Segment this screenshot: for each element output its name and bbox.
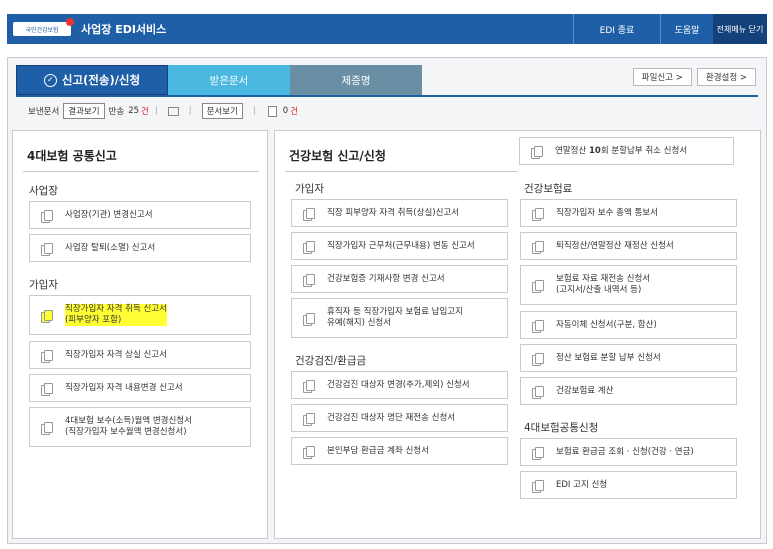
list-item[interactable]: 4대보험 보수(소득)월액 변경신청서 (직장가입자 보수월액 변경신청서) (29, 407, 251, 447)
form-icon (41, 209, 53, 223)
form-icon (41, 421, 53, 435)
list-item[interactable]: 건강검진 대상자 변경(추가,제외) 신청서 (291, 371, 508, 399)
list-item[interactable]: 건강보험료 계산 (520, 377, 737, 405)
list-item[interactable]: 건강보험증 기재사항 변경 신고서 (291, 265, 508, 293)
tab-label: 신고(전송)/신청 (61, 73, 141, 87)
tab-certificates[interactable]: 제증명 (290, 65, 422, 95)
close-all-menu-button[interactable]: 전체메뉴 닫기 (713, 14, 767, 44)
doc-unit: 건 (290, 107, 299, 117)
list-item[interactable]: 직장가입자 자격 취득 신고서 (피부양자 포함) (29, 295, 251, 335)
list-item[interactable]: 직장가입자 근무처(근무내용) 변동 신고서 (291, 232, 508, 260)
section-subscriber: 가입자 (295, 183, 324, 195)
env-settings-button[interactable]: 환경설정 > (696, 68, 756, 86)
health-insurance-panel: 건강보험 신고/신청 연말정산 10회 분할납부 취소 신청서 가입자 직장 피… (274, 130, 761, 539)
section-common: 4대보험공통신청 (524, 422, 599, 434)
result-view-button[interactable]: 결과보기 (63, 103, 105, 119)
list-item[interactable]: EDI 고지 신청 (520, 471, 737, 499)
form-icon (532, 240, 544, 254)
form-icon (303, 445, 315, 459)
tab-report-apply[interactable]: ✓ 신고(전송)/신청 (16, 65, 168, 95)
app-title: 사업장 EDI서비스 (81, 23, 167, 36)
form-icon (531, 145, 543, 159)
list-item[interactable]: 보험료 자료 재전송 신청서 (고지서/산출 내역서 등) (520, 265, 737, 305)
top-header-bar: 국민건강보험 사업장 EDI서비스 EDI 종료 도움말 전체메뉴 닫기 (7, 14, 767, 44)
status-row: 보낸문서 결과보기 반송 25 건 | | 문서보기 | 0 건 (28, 101, 298, 121)
section-premium: 건강보험료 (524, 183, 573, 195)
form-icon (41, 242, 53, 256)
form-icon (532, 385, 544, 399)
form-icon (303, 273, 315, 287)
tab-underline (16, 95, 758, 97)
nhis-logo-icon: 국민건강보험 (13, 18, 74, 36)
list-item[interactable]: 직장 피부양자 자격 취득(상실)신고서 (291, 199, 508, 227)
form-icon (41, 309, 53, 323)
tab-label: 제증명 (341, 74, 371, 87)
list-item[interactable]: 사업장 탈퇴(소멸) 신고서 (29, 234, 251, 262)
right-buttons: 파일신고 > 환경설정 > (632, 68, 756, 86)
returned-unit: 건 (141, 107, 149, 117)
envelope-icon[interactable] (167, 106, 179, 116)
edi-end-button[interactable]: EDI 종료 (574, 14, 660, 44)
form-icon (532, 479, 544, 493)
section-subscriber: 가입자 (29, 279, 58, 291)
list-item[interactable]: 직장가입자 자격 상실 신고서 (29, 341, 251, 369)
file-report-button[interactable]: 파일신고 > (632, 68, 692, 86)
common-report-panel: 4대보험 공통신고 사업장 사업장(기관) 변경신고서 사업장 탈퇴(소멸) 신… (12, 130, 268, 539)
list-item[interactable]: 직장가입자 보수 총액 통보서 (520, 199, 737, 227)
list-item[interactable]: 휴직자 등 직장가입자 보험료 납입고지 유예(해지) 신청서 (291, 298, 508, 338)
doc-view-button[interactable]: 문서보기 (201, 103, 243, 119)
document-icon (267, 105, 277, 117)
list-item[interactable]: 보험료 환급금 조회 · 신청(건강 · 연금) (520, 438, 737, 466)
list-item[interactable]: 본인부담 환급금 계좌 신청서 (291, 437, 508, 465)
panel-title: 건강보험 신고/신청 (289, 149, 386, 163)
tab-label: 받은문서 (209, 74, 249, 87)
list-item[interactable]: 자동이체 신청서(구분, 합산) (520, 311, 737, 339)
panel-title: 4대보험 공통신고 (27, 149, 117, 163)
doc-count: 0 (282, 106, 289, 116)
form-icon (303, 412, 315, 426)
sent-docs-label: 보낸문서 (28, 107, 60, 117)
returned-label: 반송 (108, 107, 125, 117)
form-icon (303, 240, 315, 254)
list-item[interactable]: 퇴직정산/연말정산 재정산 신청서 (520, 232, 737, 260)
form-icon (41, 382, 53, 396)
form-icon (303, 379, 315, 393)
tab-bar: ✓ 신고(전송)/신청 받은문서 제증명 (16, 65, 422, 95)
list-item[interactable]: 사업장(기관) 변경신고서 (29, 201, 251, 229)
form-icon (532, 446, 544, 460)
form-icon (41, 349, 53, 363)
returned-count: 25 (128, 106, 140, 116)
logo-dot-icon (66, 18, 74, 26)
list-item[interactable]: 건강검진 대상자 명단 재전송 신청서 (291, 404, 508, 432)
logo-text: 국민건강보험 (25, 26, 59, 34)
list-item[interactable]: 정산 보험료 분할 납부 신청서 (520, 344, 737, 372)
form-icon (532, 207, 544, 221)
form-icon (532, 319, 544, 333)
form-icon (303, 207, 315, 221)
help-button[interactable]: 도움말 (661, 14, 713, 44)
list-item-year-end-cancel[interactable]: 연말정산 10회 분할납부 취소 신청서 (519, 137, 734, 165)
logo[interactable]: 국민건강보험 사업장 EDI서비스 (7, 14, 166, 44)
section-workplace: 사업장 (29, 185, 58, 197)
form-icon (303, 312, 315, 326)
section-checkup: 건강검진/환급금 (295, 355, 367, 367)
tab-received-docs[interactable]: 받은문서 (168, 65, 290, 95)
form-icon (532, 352, 544, 366)
main-container: ✓ 신고(전송)/신청 받은문서 제증명 파일신고 > 환경설정 > 보낸문서 … (7, 57, 767, 544)
list-item[interactable]: 직장가입자 자격 내용변경 신고서 (29, 374, 251, 402)
check-circle-icon: ✓ (43, 73, 57, 87)
form-icon (532, 279, 544, 293)
